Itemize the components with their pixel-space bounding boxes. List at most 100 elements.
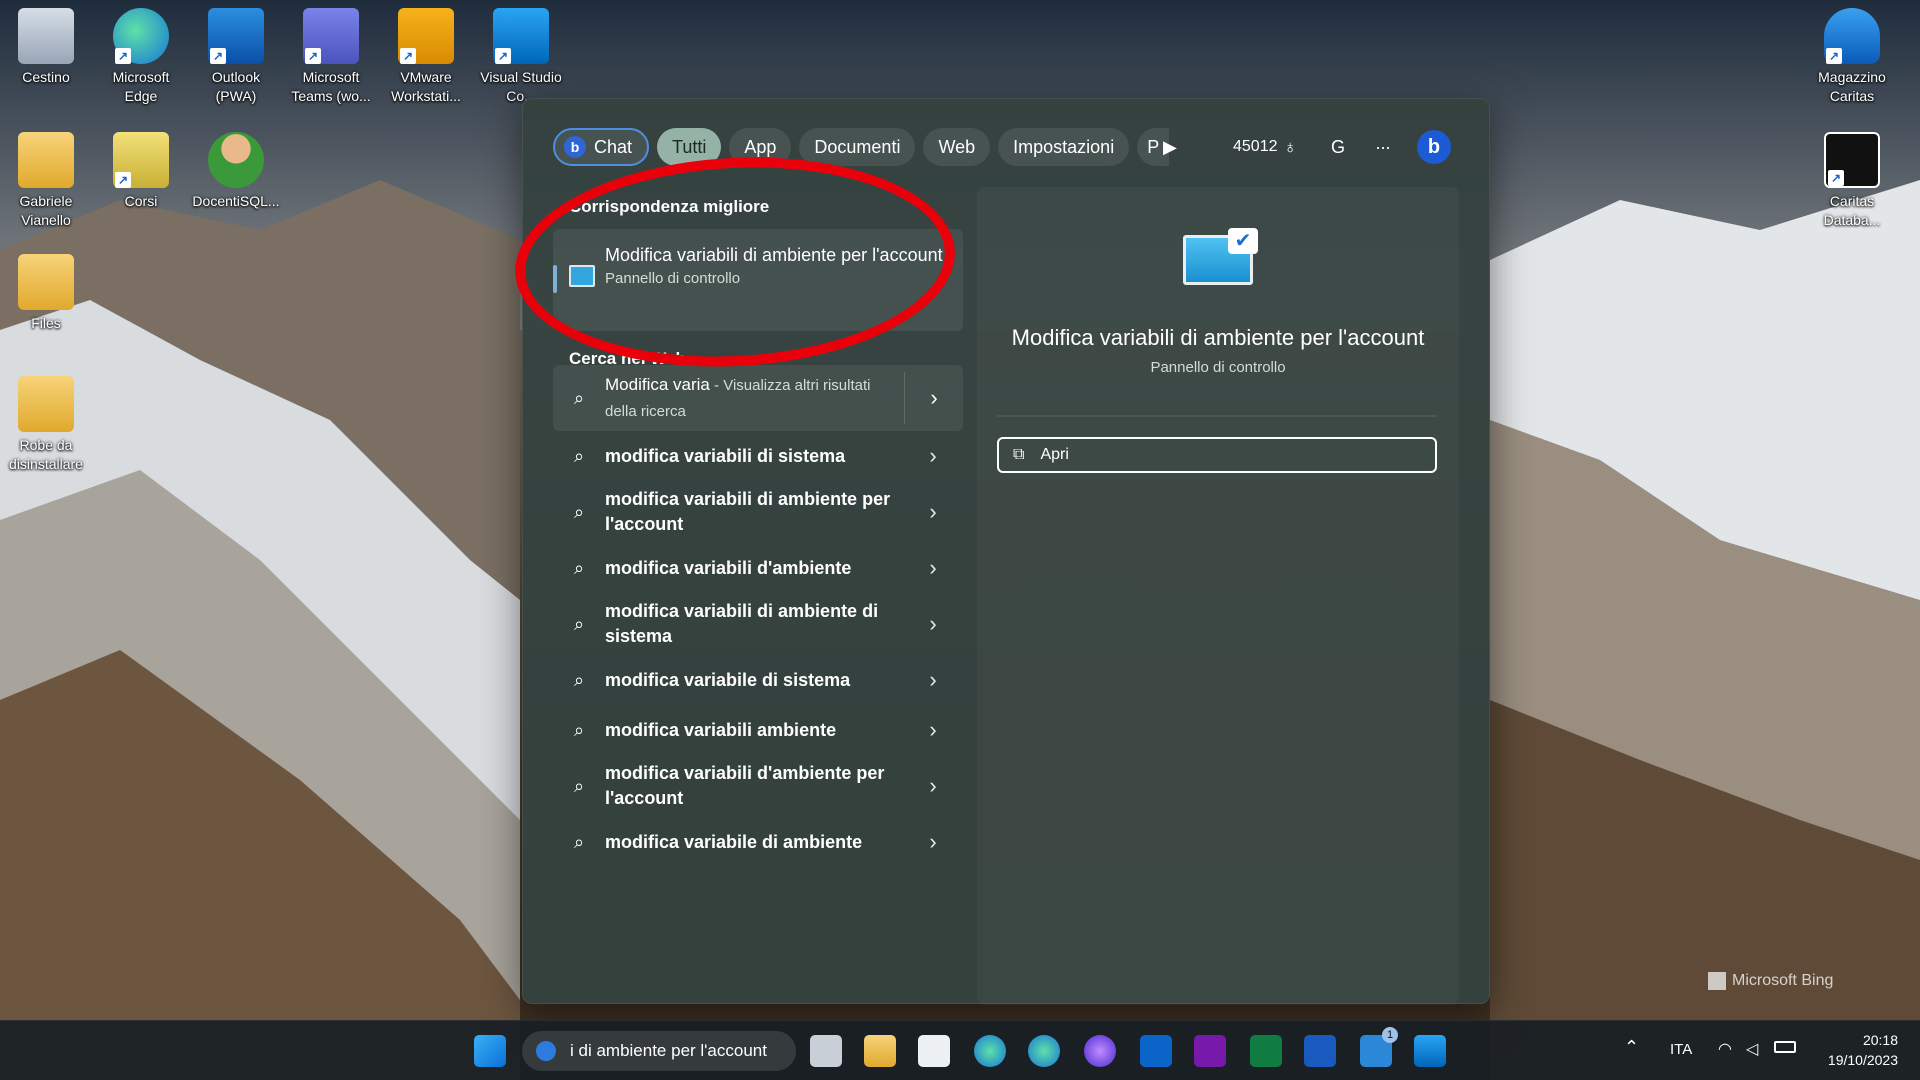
desktop-icon-gabriele[interactable]: Gabriele Vianello (0, 124, 92, 230)
wifi-icon[interactable]: ◠ (1718, 1039, 1732, 1059)
tabs-scroll-button[interactable]: ▶ (1163, 127, 1177, 167)
folder-icon (18, 376, 74, 432)
vscode-icon[interactable] (1414, 1035, 1446, 1067)
bing-watermark: Microsoft Bing (1708, 972, 1833, 990)
language-indicator[interactable]: ITA (1670, 1041, 1692, 1058)
chevron-right-icon[interactable]: › (903, 829, 963, 855)
open-button[interactable]: ⧉ Apri (997, 437, 1437, 473)
bing-button[interactable]: b (1417, 127, 1451, 167)
suggestion-item[interactable]: ⌕ modifica variabili di ambiente per l'ac… (553, 481, 963, 543)
more-options-button[interactable]: ··· (1375, 127, 1391, 167)
search-icon: ⌕ (573, 775, 585, 796)
desktop-icon-magazzino[interactable]: ↗ Magazzino Caritas (1806, 0, 1898, 106)
chevron-right-icon[interactable]: › (903, 773, 963, 799)
desktop-icon-cestino[interactable]: Cestino (0, 0, 92, 87)
chevron-right-icon[interactable]: › (903, 611, 963, 637)
folder-icon (18, 254, 74, 310)
search-icon: ⌕ (573, 613, 585, 634)
sql-user-icon (208, 132, 264, 188)
suggestion-item[interactable]: ⌕ modifica variabili d'ambiente per l'acc… (553, 755, 963, 817)
outlook-icon: ↗ (208, 8, 264, 64)
battery-icon[interactable] (1774, 1041, 1796, 1053)
database-icon: ↗ (1824, 8, 1880, 64)
suggestion-item[interactable]: ⌕ modifica variabili d'ambiente › (553, 543, 963, 593)
best-match-header: Corrispondenza migliore (569, 197, 770, 216)
desktop-icon-vmware[interactable]: ↗ VMware Workstati... (380, 0, 472, 106)
chevron-right-icon[interactable]: › (903, 555, 963, 581)
desktop-icon-robe[interactable]: Robe da disinstallare (0, 368, 92, 474)
store-icon[interactable] (918, 1035, 950, 1067)
suggestion-item[interactable]: ⌕ modifica variabili di sistema › (553, 431, 963, 481)
taskbar: i di ambiente per l'account 1 ⌃ ITA ◠ ◁ … (0, 1020, 1920, 1080)
suggestion-item[interactable]: ⌕ modifica variabile di ambiente › (553, 817, 963, 867)
chevron-right-icon[interactable]: › (903, 443, 963, 469)
tab-web[interactable]: Web (923, 128, 991, 166)
desktop-icon-teams[interactable]: ↗ Microsoft Teams (wo... (285, 0, 377, 106)
bing-icon: b (1417, 130, 1451, 164)
suggestion-item[interactable]: ⌕ modifica variabili di ambiente di siste… (553, 593, 963, 655)
search-icon: ⌕ (573, 719, 585, 740)
tab-chat[interactable]: b Chat (553, 128, 650, 166)
best-match-item[interactable]: Modifica variabili di ambiente per l'acc… (553, 229, 963, 331)
suggestion-item[interactable]: ⌕ modifica variabile di sistema › (553, 655, 963, 705)
web-result-first[interactable]: ⌕ Modifica varia - Visualizza altri risu… (553, 365, 963, 431)
tab-tutti[interactable]: Tutti (657, 128, 722, 166)
tab-impostazioni[interactable]: Impostazioni (998, 128, 1130, 166)
web-header: Cerca nel Web (569, 349, 686, 368)
open-external-icon: ⧉ (1013, 446, 1025, 463)
search-panel: b Chat Tutti App Documenti Web Impostazio… (522, 98, 1490, 1004)
outlook-icon[interactable] (1140, 1035, 1172, 1067)
desktop-icon-corsi[interactable]: ↗ Corsi (95, 124, 187, 211)
desktop-icon-docentisql[interactable]: DocentiSQL... (190, 124, 282, 211)
desktop-icon-vscode[interactable]: ↗ Visual Studio Co... (475, 0, 567, 106)
recycle-bin-icon (18, 8, 74, 64)
edge-dev-icon[interactable] (974, 1035, 1006, 1067)
play-icon: ▶ (1163, 136, 1177, 157)
desktop-icon-outlook[interactable]: ↗ Outlook (PWA) (190, 0, 282, 106)
search-icon: ⌕ (573, 831, 585, 852)
chevron-right-icon[interactable]: › (903, 667, 963, 693)
search-icon: ⌕ (573, 445, 585, 466)
chevron-right-icon[interactable]: › (903, 499, 963, 525)
tab-documenti[interactable]: Documenti (799, 128, 916, 166)
taskbar-search-box[interactable]: i di ambiente per l'account (522, 1031, 796, 1071)
account-avatar[interactable]: G (1331, 127, 1345, 167)
search-icon: ⌕ (573, 387, 585, 408)
results-column: Corrispondenza migliore Modifica variabi… (553, 187, 963, 867)
word-icon[interactable] (1304, 1035, 1336, 1067)
search-icon: ⌕ (573, 501, 585, 522)
search-icon (536, 1041, 556, 1061)
control-panel-icon (569, 265, 595, 287)
file-explorer-icon[interactable] (864, 1035, 896, 1067)
edge-icon: ↗ (113, 8, 169, 64)
desktop-icon-caritas[interactable]: ↗ Caritas Databa... (1806, 124, 1898, 230)
chevron-right-icon[interactable]: › (903, 717, 963, 743)
start-button[interactable] (474, 1035, 506, 1067)
desktop-icon-files[interactable]: Files (0, 246, 92, 333)
volume-icon[interactable]: ◁ (1746, 1039, 1758, 1059)
chevron-right-icon[interactable]: › (905, 385, 963, 411)
task-view-icon[interactable] (810, 1035, 842, 1067)
trophy-icon: ♁ (1283, 136, 1298, 157)
search-icon: ⌕ (573, 669, 585, 690)
onenote-icon[interactable] (1194, 1035, 1226, 1067)
suggestion-item[interactable]: ⌕ modifica variabili ambiente › (553, 705, 963, 755)
todo-icon[interactable]: 1 (1360, 1027, 1398, 1067)
chevron-up-icon[interactable]: ⌃ (1624, 1037, 1639, 1058)
tab-app[interactable]: App (729, 128, 792, 166)
vmware-icon: ↗ (398, 8, 454, 64)
bing-chat-icon: b (564, 136, 586, 158)
preview-subtitle: Pannello di controllo (1150, 359, 1286, 376)
notification-badge: 1 (1382, 1027, 1398, 1043)
user-folder-icon (18, 132, 74, 188)
desktop-icon-edge[interactable]: ↗ Microsoft Edge (95, 0, 187, 106)
copilot-icon[interactable] (1084, 1035, 1116, 1067)
preview-title: Modifica variabili di ambiente per l'acc… (1011, 325, 1425, 350)
rewards-points[interactable]: 45012 ♁ (1233, 127, 1297, 167)
excel-icon[interactable] (1250, 1035, 1282, 1067)
vscode-icon: ↗ (493, 8, 549, 64)
suggestion-list: ⌕ modifica variabili di sistema › ⌕ modifica… (553, 431, 963, 867)
clock[interactable]: 20:18 19/10/2023 (1814, 1030, 1898, 1070)
teams-icon: ↗ (303, 8, 359, 64)
edge-icon[interactable] (1028, 1035, 1060, 1067)
